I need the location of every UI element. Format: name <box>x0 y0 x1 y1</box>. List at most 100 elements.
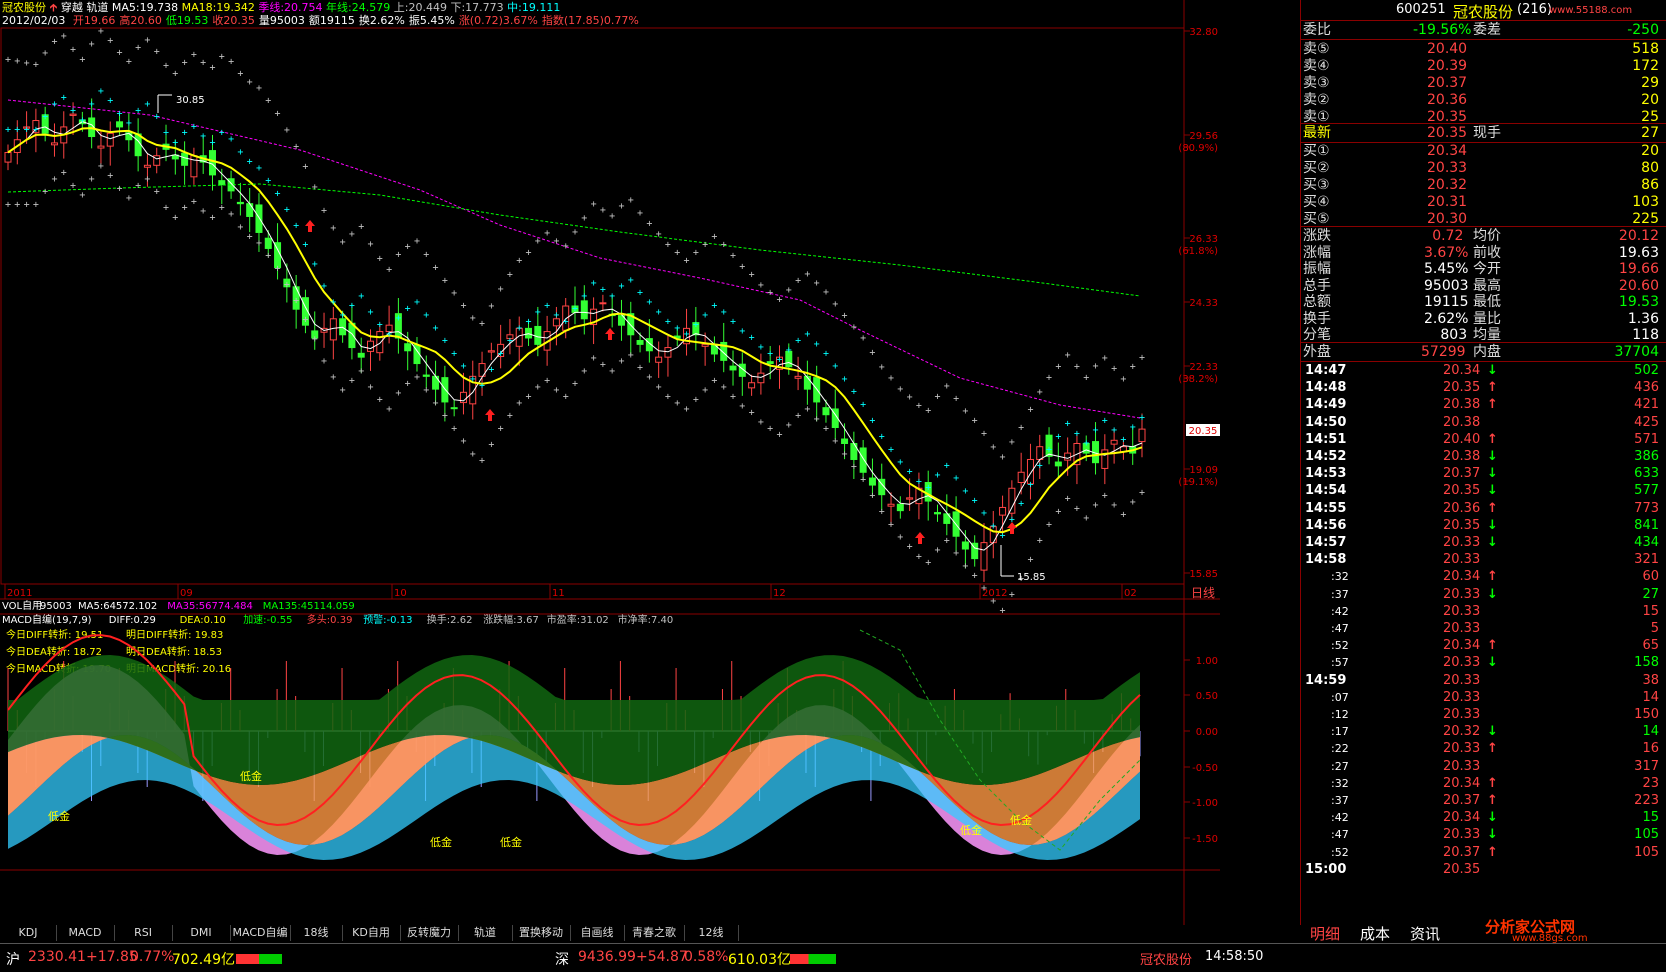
tick-row[interactable]: 14:50 20.38 425 <box>1301 414 1666 432</box>
lower-band-mark: + <box>1009 590 1015 601</box>
indicator-tab[interactable]: MACD自编 <box>230 925 291 941</box>
tick-row[interactable]: :32 20.34 ↑ 23 <box>1301 775 1666 793</box>
middle-band-mark: + <box>693 320 699 331</box>
tick-row[interactable]: :12 20.33 150 <box>1301 706 1666 724</box>
tick-row[interactable]: 14:54 20.35 ↓ 577 <box>1301 482 1666 500</box>
lower-band-mark: + <box>442 411 448 422</box>
stat-value: 19115 <box>1424 294 1469 310</box>
tick-row[interactable]: 14:56 20.35 ↓ 841 <box>1301 517 1666 535</box>
quote-panel: 600251 冠农股份 (216) www.55188.com 委比 -19.5… <box>1300 0 1666 925</box>
tick-row[interactable]: :17 20.32 ↓ 14 <box>1301 723 1666 741</box>
tick-row[interactable]: :32 20.34 ↑ 60 <box>1301 568 1666 586</box>
lower-band-mark: + <box>414 372 420 383</box>
bid-row[interactable]: 买① 20.34 20 <box>1301 142 1666 160</box>
middle-band-mark: + <box>89 99 95 110</box>
indicator-tab[interactable]: 置换移动 <box>512 925 571 941</box>
tick-row[interactable]: :52 20.37 ↑ 105 <box>1301 844 1666 862</box>
tick-time: 14:50 <box>1305 414 1347 430</box>
tick-row[interactable]: 14:58 20.33 321 <box>1301 551 1666 569</box>
upper-band-mark: + <box>535 236 541 247</box>
upper-band-mark: + <box>916 400 922 411</box>
tick-row[interactable]: :52 20.34 ↑ 65 <box>1301 637 1666 655</box>
tick-row[interactable]: :37 20.37 ↑ 223 <box>1301 792 1666 810</box>
lower-band-mark: + <box>544 375 550 386</box>
quote-title-bar: 600251 冠农股份 (216) www.55188.com <box>1301 0 1666 21</box>
tick-time: 14:57 <box>1305 535 1347 550</box>
ask-row[interactable]: 卖④ 20.39 172 <box>1301 57 1666 75</box>
middle-band-mark: + <box>1102 415 1108 426</box>
tick-volume: 15 <box>1642 603 1659 619</box>
down-arrow-icon: ↓ <box>1487 810 1498 826</box>
candle-body <box>404 343 412 352</box>
indicator-tab[interactable]: DMI <box>172 925 231 941</box>
right-tab[interactable]: 明细 <box>1310 923 1340 944</box>
middle-band-mark: + <box>386 329 392 340</box>
candle-body <box>961 541 969 550</box>
middle-band-mark: + <box>516 323 522 334</box>
indicator-tab[interactable]: MACD <box>56 925 115 941</box>
tick-row[interactable]: 14:57 20.33 ↓ 434 <box>1301 534 1666 552</box>
lower-band-mark: + <box>851 462 857 473</box>
tick-row[interactable]: :42 20.34 ↓ 15 <box>1301 809 1666 827</box>
upper-band-mark: + <box>897 384 903 395</box>
tick-row[interactable]: 14:55 20.36 ↑ 773 <box>1301 500 1666 518</box>
indicator-tab[interactable]: KD自用 <box>342 925 401 941</box>
ma-value: MA5:19.738 <box>111 1 182 14</box>
tick-row[interactable]: 14:52 20.38 ↓ 386 <box>1301 448 1666 466</box>
bid-row[interactable]: 买③ 20.32 86 <box>1301 176 1666 194</box>
upper-band-mark: + <box>711 231 717 242</box>
tick-row[interactable]: :37 20.33 ↓ 27 <box>1301 586 1666 604</box>
lower-band-mark: + <box>823 423 829 434</box>
tick-row[interactable]: 14:51 20.40 ↑ 571 <box>1301 431 1666 449</box>
down-arrow-icon: ↓ <box>1487 483 1498 499</box>
tick-row[interactable]: 14:48 20.35 ↑ 436 <box>1301 379 1666 397</box>
middle-band-mark: + <box>990 521 996 532</box>
middle-band-mark: + <box>684 329 690 340</box>
indicator-tab[interactable]: 青春之歌 <box>624 925 685 941</box>
indicator-tab[interactable]: 反转魔力 <box>400 925 459 941</box>
last-row: 最新 20.35 现手 27 <box>1301 124 1666 142</box>
tick-row[interactable]: :07 20.33 14 <box>1301 689 1666 707</box>
tick-row[interactable]: :42 20.33 15 <box>1301 603 1666 621</box>
tick-row[interactable]: 14:47 20.34 ↓ 502 <box>1301 362 1666 380</box>
right-tab[interactable]: 成本 <box>1360 923 1390 944</box>
kline-chart-area[interactable]: 32.80 29.56 (80.9%) 26.33 (61.8%) 24.33 22.33(… <box>0 0 1300 925</box>
tick-row[interactable]: :22 20.33 ↑ 16 <box>1301 740 1666 758</box>
chart-canvas[interactable]: 32.8029.56(80.9%)26.33(61.8%)24.3322.33(… <box>0 0 1300 925</box>
indicator-tab[interactable]: KDJ <box>0 925 57 941</box>
indicator-tab[interactable]: 轨道 <box>458 925 513 941</box>
tick-row[interactable]: :27 20.33 317 <box>1301 758 1666 776</box>
indicator-tab[interactable]: 12线 <box>684 925 739 941</box>
tick-row[interactable]: :57 20.33 ↓ 158 <box>1301 654 1666 672</box>
tick-time: :52 <box>1331 639 1349 653</box>
status-stock[interactable]: 冠农股份 <box>1140 949 1192 968</box>
right-tab[interactable]: 资讯 <box>1410 923 1440 944</box>
bid-row[interactable]: 买④ 20.31 103 <box>1301 193 1666 211</box>
indicator-tab[interactable]: 18线 <box>290 925 343 941</box>
bid-row[interactable]: 买② 20.33 80 <box>1301 159 1666 177</box>
indicator-tab[interactable]: RSI <box>114 925 173 941</box>
stat-label: 总手 <box>1303 277 1331 294</box>
tick-row[interactable]: :47 20.33 5 <box>1301 620 1666 638</box>
ask-row[interactable]: 卖⑤ 20.40 518 <box>1301 40 1666 58</box>
ask-row[interactable]: 卖② 20.36 20 <box>1301 91 1666 109</box>
lower-band-mark: + <box>479 455 485 466</box>
candle-body <box>367 340 375 352</box>
down-arrow-icon: ↓ <box>1487 535 1498 550</box>
middle-band-mark: + <box>916 476 922 487</box>
lower-band-mark: + <box>1139 487 1145 498</box>
tick-row[interactable]: :47 20.33 ↓ 105 <box>1301 826 1666 844</box>
upper-band-mark: + <box>423 249 429 260</box>
middle-band-mark: + <box>879 431 885 442</box>
tick-time: :27 <box>1331 759 1349 773</box>
indicator-tab[interactable]: 自画线 <box>570 925 625 941</box>
tick-row[interactable]: 14:49 20.38 ↑ 421 <box>1301 396 1666 414</box>
tick-row[interactable]: 15:00 20.35 <box>1301 861 1666 879</box>
tick-row[interactable]: 14:59 20.33 38 <box>1301 672 1666 690</box>
ask-row[interactable]: 卖③ 20.37 29 <box>1301 74 1666 92</box>
lower-band-mark: + <box>1130 497 1136 508</box>
ohlc-value: 涨(0.72)3.67% <box>458 14 538 27</box>
tick-row[interactable]: 14:53 20.37 ↓ 633 <box>1301 465 1666 483</box>
candle-body <box>116 121 124 128</box>
middle-band-mark: + <box>358 291 364 302</box>
